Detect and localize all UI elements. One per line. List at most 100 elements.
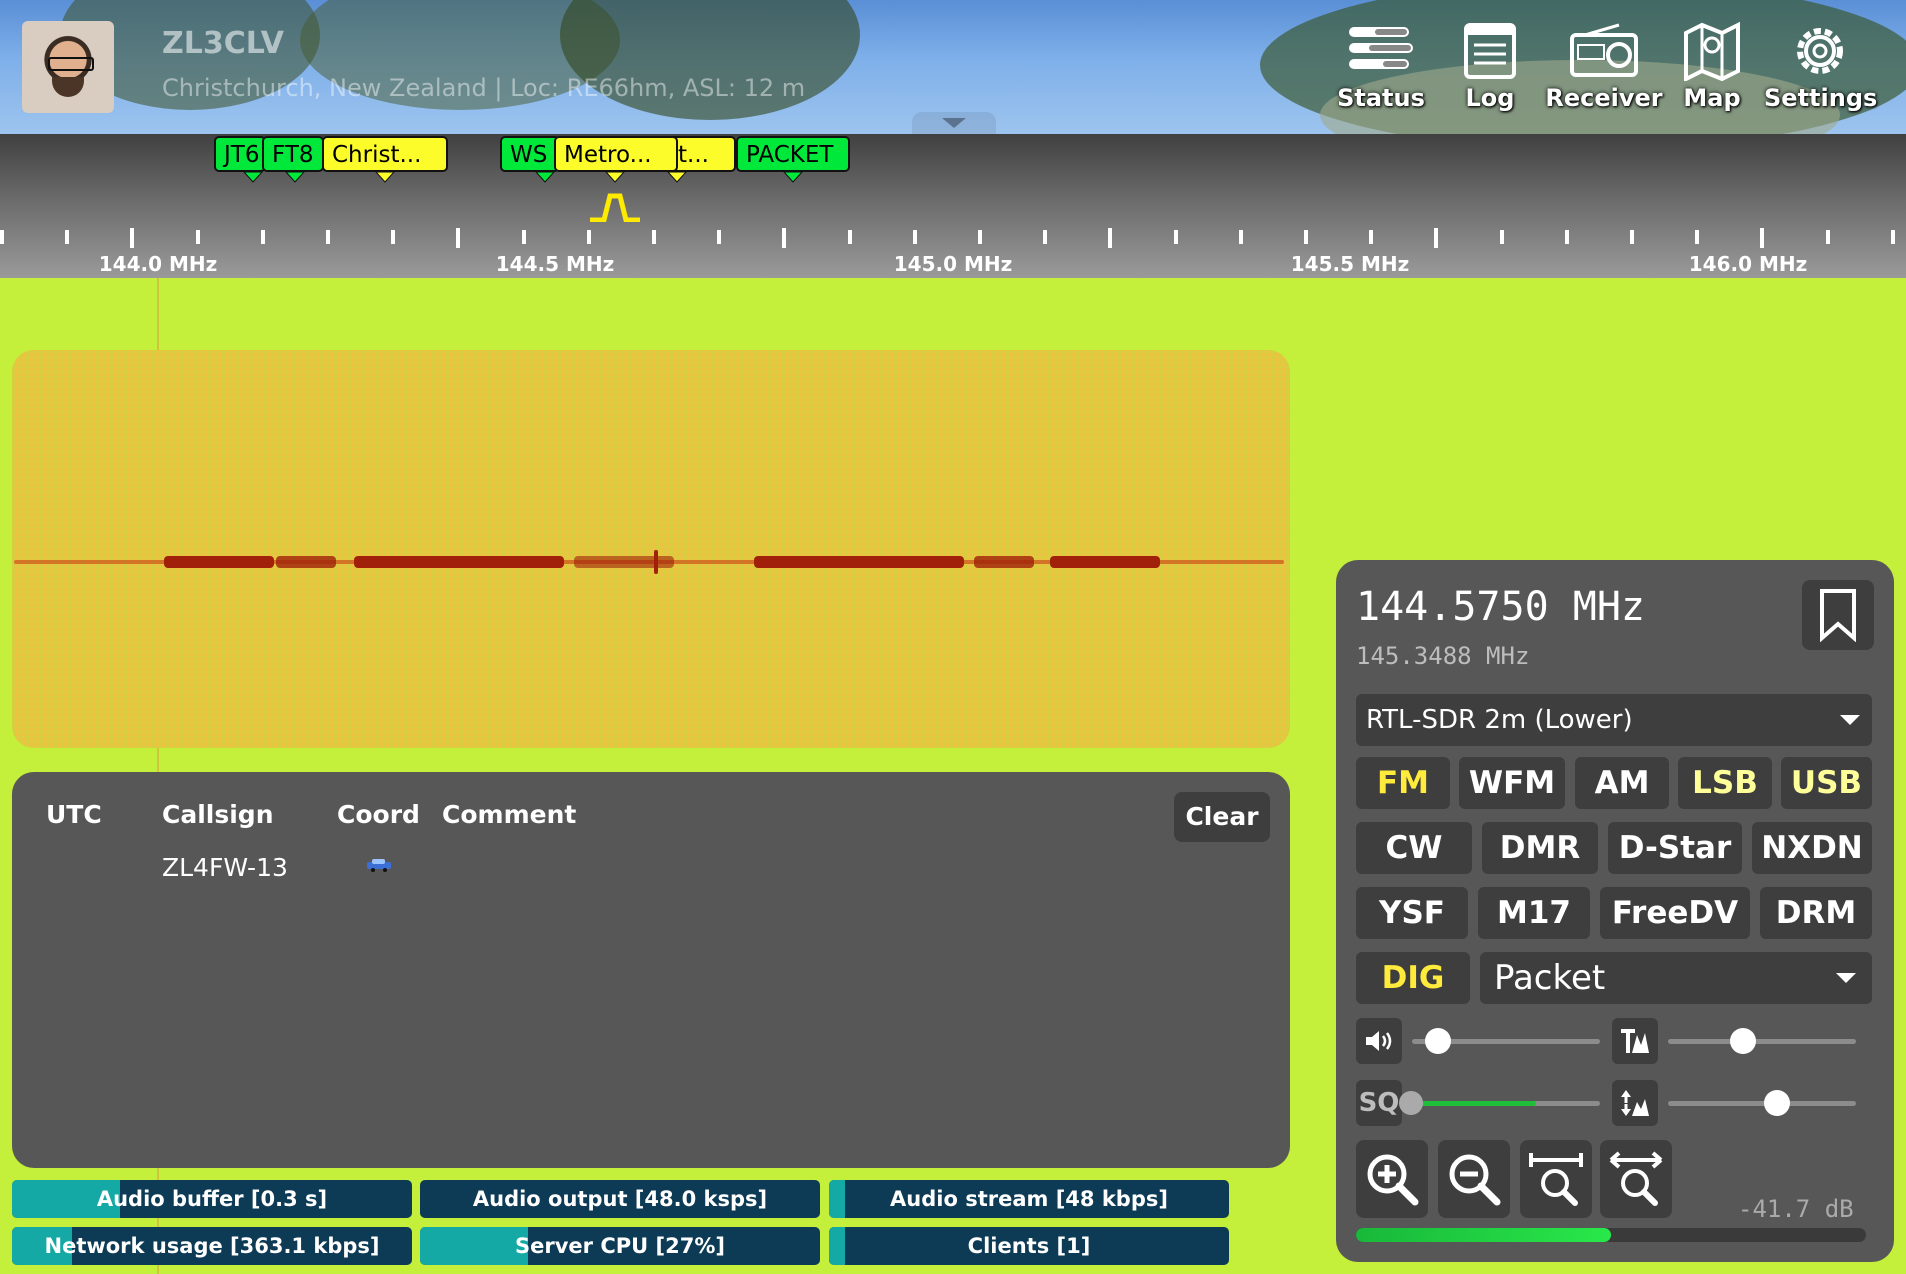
mode-nxdn-button[interactable]: NXDN	[1752, 822, 1872, 874]
nav-status-button[interactable]: Status	[1334, 18, 1428, 124]
squelch-button[interactable]: SQ	[1356, 1080, 1402, 1126]
digital-mode-select[interactable]: Packet	[1480, 952, 1872, 1004]
mode-lsb-button[interactable]: LSB	[1678, 757, 1772, 809]
mode-dmr-button[interactable]: DMR	[1482, 822, 1598, 874]
scale-minor-tick	[1630, 230, 1634, 244]
column-header-comment: Comment	[442, 800, 577, 829]
bookmark-label: t...	[678, 142, 709, 168]
scale-minor-tick	[1695, 230, 1700, 244]
nav-receiver-label: Receiver	[1545, 84, 1663, 112]
mode-fm-button[interactable]: FM	[1356, 757, 1450, 809]
noise-reduction-slider[interactable]	[1668, 1028, 1856, 1054]
center-frequency: 145.3488 MHz	[1356, 642, 1530, 670]
smeter-fill	[1356, 1228, 1611, 1242]
add-bookmark-button[interactable]	[1802, 580, 1874, 650]
panel-toggle-button[interactable]	[912, 112, 996, 134]
nav-settings-label: Settings	[1764, 84, 1878, 112]
chevron-down-icon	[1836, 973, 1856, 983]
status-label: Server CPU [27%]	[515, 1234, 725, 1258]
scale-label-145-0: 145.0 MHz	[893, 252, 1013, 276]
nav-log-button[interactable]: Log	[1452, 18, 1528, 124]
mode-usb-button[interactable]: USB	[1781, 757, 1872, 809]
zoom-out-button[interactable]	[1438, 1140, 1510, 1218]
squelch-slider[interactable]	[1399, 1091, 1600, 1115]
scale-minor-tick	[1564, 230, 1569, 244]
noise-reduction-icon	[1621, 1029, 1649, 1053]
zoom-to-signal-icon	[1609, 1151, 1663, 1206]
mode-ysf-button[interactable]: YSF	[1356, 887, 1468, 939]
clear-button[interactable]: Clear	[1174, 792, 1270, 842]
bookmark-metro[interactable]: Metro...	[554, 136, 678, 172]
scale-minor-tick	[1825, 230, 1830, 244]
nav-receiver-button[interactable]: Receiver	[1544, 18, 1664, 124]
scale-minor-tick	[978, 230, 982, 244]
receiver-description: Christchurch, New Zealand | Loc: RE66hm,…	[162, 74, 806, 102]
scale-label-145-5: 145.5 MHz	[1290, 252, 1410, 276]
zoom-in-icon	[1367, 1154, 1419, 1206]
zoom-full-icon	[1529, 1153, 1583, 1206]
tuned-frequency[interactable]: 144.5750 MHz	[1356, 584, 1645, 630]
scale-major-tick	[782, 228, 787, 248]
gain-button[interactable]	[1612, 1080, 1658, 1126]
column-header-utc: UTC	[46, 800, 102, 829]
packet-decoder-panel	[12, 772, 1290, 1168]
noise-reduction-button[interactable]	[1612, 1018, 1658, 1064]
table-row-callsign[interactable]: ZL4FW-13	[162, 853, 288, 882]
mode-dstar-button[interactable]: D-Star	[1608, 822, 1742, 874]
zoom-in-button[interactable]	[1356, 1140, 1428, 1218]
log-icon	[1452, 18, 1528, 84]
bookmark-t[interactable]: t...	[668, 136, 736, 172]
squelch-slider-knob[interactable]	[1399, 1091, 1423, 1115]
volume-slider[interactable]	[1412, 1028, 1600, 1054]
status-label: Audio output [48.0 ksps]	[472, 1187, 768, 1211]
mode-wfm-button[interactable]: WFM	[1459, 757, 1565, 809]
gain-slider[interactable]	[1668, 1090, 1856, 1116]
scale-minor-tick	[1890, 230, 1895, 244]
bookmark-jt6[interactable]: JT6	[214, 136, 266, 172]
car-icon[interactable]	[366, 858, 392, 872]
bookmark-pins	[242, 171, 804, 183]
digital-mode-value: Packet	[1494, 958, 1606, 998]
gain-slider-knob[interactable]	[1764, 1090, 1791, 1116]
scale-minor-tick	[326, 230, 330, 244]
scale-minor-tick	[260, 230, 265, 244]
status-label: Audio buffer [0.3 s]	[96, 1187, 328, 1211]
scale-minor-tick	[1043, 230, 1048, 244]
bookmark-ft8[interactable]: FT8	[262, 136, 324, 172]
sdr-profile-value: RTL-SDR 2m (Lower)	[1366, 705, 1633, 735]
mode-am-button[interactable]: AM	[1575, 757, 1669, 809]
noise-reduction-slider-knob[interactable]	[1730, 1028, 1757, 1054]
scale-label-144-0: 144.0 MHz	[98, 252, 218, 276]
bookmark-christchurch[interactable]: Christ...	[322, 136, 448, 172]
mode-m17-button[interactable]: M17	[1478, 887, 1590, 939]
nav-settings-button[interactable]: Settings	[1764, 18, 1878, 124]
status-clients: Clients [1]	[829, 1227, 1229, 1265]
bookmark-ws[interactable]: WS	[500, 136, 560, 172]
zoom-to-signal-button[interactable]	[1600, 1140, 1672, 1218]
status-label: Clients [1]	[967, 1234, 1091, 1258]
gear-icon	[1764, 18, 1876, 84]
mode-dig-button[interactable]: DIG	[1356, 952, 1470, 1004]
receiver-icon	[1544, 18, 1664, 84]
map-icon	[1680, 18, 1744, 84]
status-label: Network usage [363.1 kbps]	[44, 1234, 380, 1258]
scale-minor-tick	[1499, 230, 1504, 244]
tuning-marker-icon[interactable]	[588, 190, 642, 222]
chevron-down-icon	[942, 118, 966, 128]
scale-minor-tick	[912, 230, 917, 244]
bookmark-packet[interactable]: PACKET	[736, 136, 850, 172]
waterfall-signal-trace	[14, 550, 1284, 574]
nav-map-button[interactable]: Map	[1680, 18, 1744, 124]
status-audio-buffer: Audio buffer [0.3 s]	[12, 1180, 412, 1218]
mode-freedv-button[interactable]: FreeDV	[1600, 887, 1750, 939]
mode-drm-button[interactable]: DRM	[1760, 887, 1872, 939]
mute-button[interactable]	[1356, 1018, 1402, 1064]
sdr-profile-select[interactable]: RTL-SDR 2m (Lower)	[1356, 694, 1872, 746]
receiver-title: ZL3CLV	[162, 26, 284, 61]
mode-cw-button[interactable]: CW	[1356, 822, 1472, 874]
scale-minor-tick	[65, 230, 70, 244]
scale-minor-tick	[195, 230, 200, 244]
scale-major-tick	[456, 228, 461, 248]
scale-label-144-5: 144.5 MHz	[495, 252, 615, 276]
zoom-full-button[interactable]	[1520, 1140, 1592, 1218]
